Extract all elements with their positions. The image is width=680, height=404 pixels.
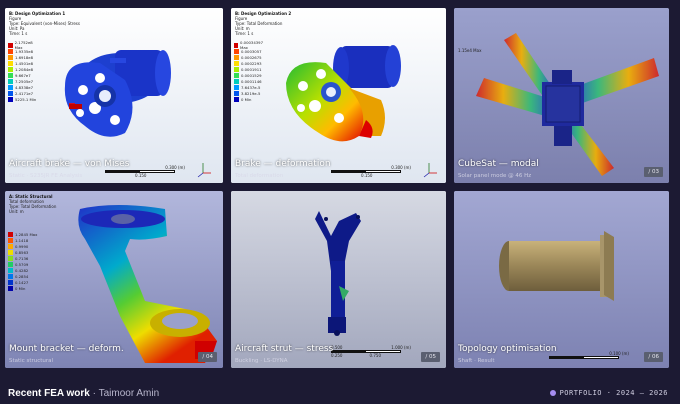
card-subtitle: Total deformation [235, 173, 284, 179]
card-number-badge: / 06 [644, 352, 663, 362]
scale-bar: 0.300 (m) 0.150 [331, 165, 411, 178]
color-legend: 0.00034397 Max 0.0003057 0.0002675 0.000… [234, 40, 266, 102]
card-cubesat-modal[interactable]: 1.15e4 Max CubeSat — modal Solar panel m… [454, 8, 669, 183]
card-brake-deformation[interactable]: B: Design Optimization 2 Figure Type: To… [231, 8, 446, 183]
card-caption: Mount bracket — deform. [9, 344, 124, 354]
card-subtitle: Shaft · Result [458, 358, 495, 364]
card-number-badge: / 04 [198, 352, 217, 362]
card-subtitle: Static · S235JR FE Analysis [9, 173, 83, 179]
card-caption: Brake — deformation [235, 159, 331, 169]
card-subtitle: Buckling · LS-DYNA [235, 358, 288, 364]
card-caption: Aircraft brake — von Mises [9, 159, 130, 169]
footer-title: Recent FEA work · Taimoor Amin [8, 388, 160, 399]
result-header: 1.15e4 Max [458, 48, 482, 53]
card-number-badge: / 03 [644, 167, 663, 177]
cubesat-modal-render [454, 8, 669, 183]
strut-stress-render [231, 191, 446, 368]
card-caption: Aircraft strut — stress [235, 344, 334, 354]
card-subtitle: Solar panel mode @ 46 Hz [458, 173, 532, 179]
scale-bar: 0.100 (m) [549, 351, 629, 359]
card-mount-bracket[interactable]: A: Static Structural Total deformation T… [5, 191, 223, 368]
portfolio-grid: B: Design Optimization 1 Figure Type: Eq… [5, 8, 669, 368]
scale-bar: 0.500 1.000 (m) 0.250 0.750 [331, 345, 411, 358]
card-aircraft-strut[interactable]: 0.500 1.000 (m) 0.250 0.750 Aircraft strut… [231, 191, 446, 368]
card-caption: Topology optimisation [458, 344, 557, 354]
card-aircraft-brake[interactable]: B: Design Optimization 1 Figure Type: Eq… [5, 8, 223, 183]
result-header: B: Design Optimization 2 Figure Type: To… [235, 11, 292, 36]
card-caption: CubeSat — modal [458, 159, 539, 169]
footer-author: · Taimoor Amin [92, 388, 160, 399]
card-number-badge: / 05 [421, 352, 440, 362]
card-subtitle: Static structural [9, 358, 54, 364]
color-legend: 2.1752e8 Max 1.9335e8 1.6918e8 1.4501e8 … [8, 40, 40, 102]
footer-portfolio-label: PORTFOLIO · 2024 — 2026 [549, 389, 668, 397]
topology-render [454, 191, 669, 368]
result-header: A: Static Structural Total deformation T… [9, 194, 57, 214]
footer-bar: Recent FEA work · Taimoor Amin PORTFOLIO… [0, 376, 680, 404]
result-header: B: Design Optimization 1 Figure Type: Eq… [9, 11, 80, 36]
color-legend: 1.2845 Max 1.1418 0.9990 0.8563 0.7136 0… [8, 231, 40, 291]
card-topology-optimisation[interactable]: 0.100 (m) Topology optimisation Shaft · … [454, 191, 669, 368]
accent-dot-icon [549, 390, 556, 396]
